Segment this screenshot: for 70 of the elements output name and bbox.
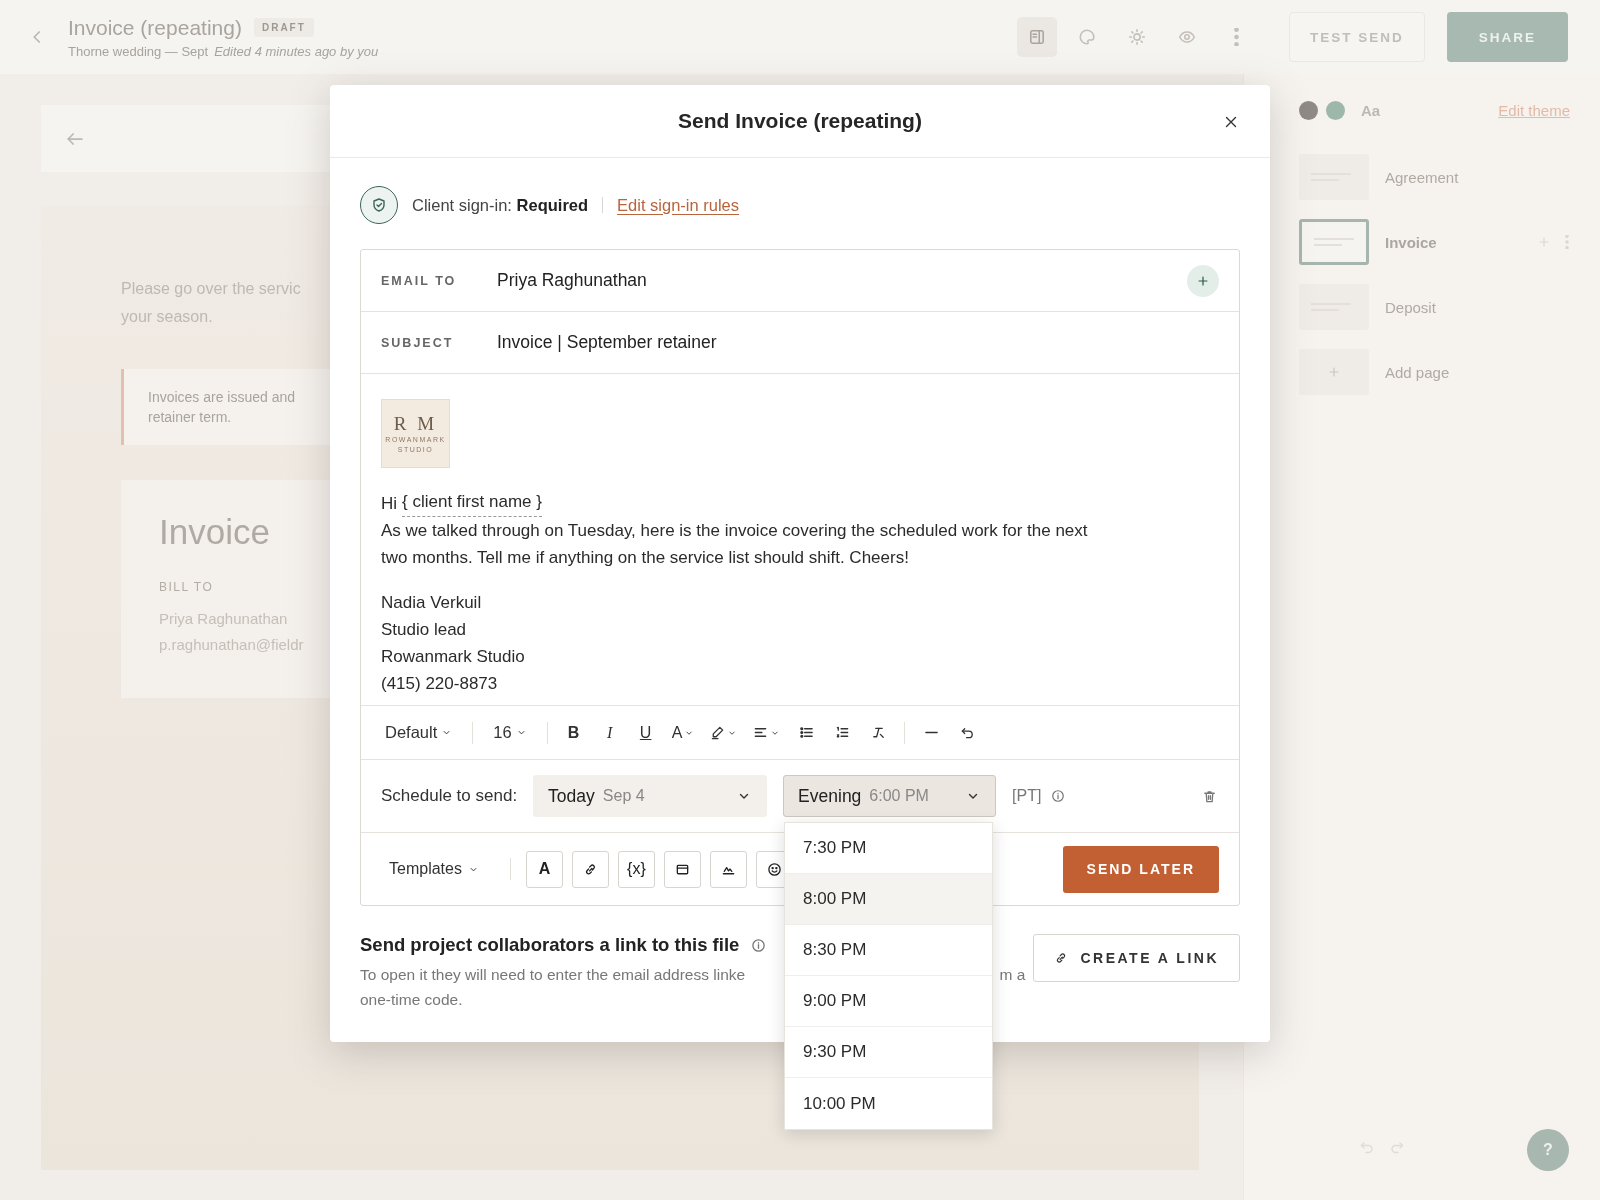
bullet-list-icon bbox=[798, 725, 814, 740]
align-icon bbox=[753, 725, 769, 740]
date-select[interactable]: Today Sep 4 bbox=[533, 775, 768, 817]
status-badge: DRAFT bbox=[253, 18, 314, 37]
font-dropdown[interactable]: Default bbox=[375, 719, 463, 746]
section-heading: Send project collaborators a link to this file bbox=[360, 934, 740, 956]
time-select[interactable]: Evening 6:00 PM bbox=[783, 775, 997, 817]
send-later-button[interactable]: SEND LATER bbox=[1062, 845, 1219, 893]
message-text: As we talked through on Tuesday, here is the invoice covering the scheduled work for the next two months. Tell me if anything on the service list should shift. Cheers! bbox=[381, 520, 1089, 569]
card-button[interactable] bbox=[663, 850, 701, 888]
time-option[interactable]: 8:30 PM bbox=[785, 925, 992, 976]
signature-button[interactable] bbox=[709, 850, 747, 888]
timezone-label: [PT] bbox=[1012, 787, 1042, 805]
project-name: Thorne wedding — Sept bbox=[68, 43, 209, 59]
signature-line: Rowanmark Studio bbox=[381, 646, 526, 668]
create-link-button[interactable]: CREATE A LINK bbox=[1033, 934, 1240, 982]
trash-icon bbox=[1202, 788, 1217, 804]
schedule-label: Schedule to send: bbox=[381, 786, 518, 806]
italic-button[interactable]: I bbox=[593, 717, 626, 748]
signature-line: (415) 220-8873 bbox=[381, 673, 499, 695]
time-option[interactable]: 9:00 PM bbox=[785, 976, 992, 1027]
signature-line: Nadia Verkuil bbox=[381, 592, 483, 614]
pen-icon bbox=[710, 725, 726, 740]
clear-format-icon bbox=[870, 725, 886, 740]
merge-field[interactable]: { client first name } bbox=[402, 490, 542, 517]
dialog-title: Send Invoice (repeating) bbox=[678, 109, 922, 133]
page-thumbnail bbox=[1299, 219, 1369, 265]
info-icon bbox=[751, 937, 767, 953]
edited-note: Edited 4 minutes ago by you bbox=[214, 43, 379, 59]
theme-swatch[interactable] bbox=[1326, 100, 1345, 120]
description-text: one-time code. bbox=[360, 990, 463, 1010]
time-option[interactable]: 10:00 PM bbox=[785, 1078, 992, 1129]
edit-rules-link[interactable]: Edit sign-in rules bbox=[617, 195, 740, 215]
document-title: Invoice (repeating) bbox=[68, 15, 242, 40]
field-label: SUBJECT bbox=[381, 335, 455, 350]
bill-to-label: BILL TO bbox=[159, 580, 214, 594]
description-text: m a bbox=[999, 965, 1026, 985]
eye-icon bbox=[1177, 28, 1196, 46]
bold-button[interactable]: B bbox=[557, 717, 590, 748]
layout-icon bbox=[1027, 28, 1046, 46]
invoice-heading: Invoice bbox=[159, 512, 270, 552]
recipient-field[interactable]: Priya Raghunathan bbox=[497, 270, 647, 291]
link-button[interactable] bbox=[571, 850, 609, 888]
undo-icon bbox=[959, 725, 975, 740]
variable-button[interactable]: {x} bbox=[617, 850, 655, 888]
templates-dropdown[interactable]: Templates bbox=[389, 860, 479, 878]
plus-icon bbox=[1537, 235, 1551, 249]
theme-swatch[interactable] bbox=[1299, 100, 1318, 120]
text-button[interactable]: A bbox=[525, 850, 563, 888]
sun-icon bbox=[1127, 28, 1146, 46]
description-text: To open it they will need to enter the email address linke bbox=[360, 965, 746, 985]
underline-button[interactable]: U bbox=[629, 717, 662, 748]
close-icon bbox=[1223, 114, 1239, 130]
greeting-text: Hi bbox=[381, 493, 398, 515]
time-option[interactable]: 9:30 PM bbox=[785, 1027, 992, 1078]
time-option[interactable]: 8:00 PM bbox=[785, 874, 992, 925]
signature-line: Studio lead bbox=[381, 619, 468, 641]
subject-field[interactable]: Invoice | September retainer bbox=[497, 332, 717, 353]
more-icon bbox=[1234, 28, 1240, 46]
sign-in-status: Client sign-in: Required bbox=[412, 195, 589, 215]
size-dropdown[interactable]: 16 bbox=[483, 719, 537, 746]
info-icon bbox=[1051, 789, 1066, 803]
numbered-list-icon bbox=[834, 725, 850, 740]
smiley-icon bbox=[766, 861, 782, 877]
plus-icon bbox=[1327, 365, 1341, 379]
text-color-button[interactable]: A bbox=[665, 717, 701, 748]
shield-icon bbox=[371, 197, 387, 213]
field-label: EMAIL TO bbox=[381, 273, 458, 288]
add-recipient-button[interactable] bbox=[1187, 264, 1219, 297]
palette-icon bbox=[1077, 28, 1096, 46]
